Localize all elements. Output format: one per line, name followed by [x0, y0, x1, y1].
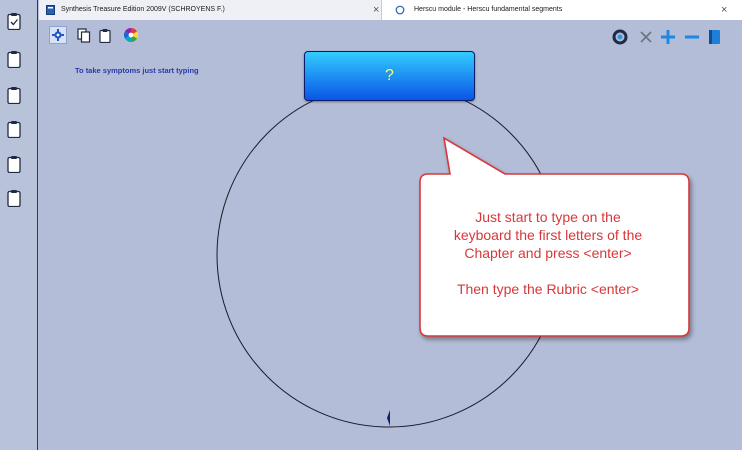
book-icon [46, 5, 55, 15]
clipboard-icon[interactable] [7, 155, 21, 173]
clipboard-icon[interactable] [7, 120, 21, 138]
tab-herscu[interactable]: Herscu module - Herscu fundamental segme… [381, 0, 742, 20]
clipboard-icon[interactable] [7, 50, 21, 68]
circle-module-icon [395, 5, 405, 15]
callout-text: Just start to type on the keyboard the f… [419, 208, 677, 298]
tab-synthesis[interactable]: Synthesis Treasure Edition 2009V (SCHROY… [39, 0, 381, 20]
main-canvas: To take symptoms just start typing ? Jus… [39, 20, 742, 450]
tab-bar: Synthesis Treasure Edition 2009V (SCHROY… [39, 0, 742, 20]
callout-line: Then type the Rubric <enter> [456, 281, 640, 297]
left-sidebar [0, 0, 38, 450]
clipboard-check-icon[interactable] [7, 12, 21, 30]
chapter-input-box[interactable]: ? [304, 51, 475, 101]
clipboard-icon[interactable] [7, 189, 21, 207]
callout-line: keyboard the first letters of the [453, 227, 643, 243]
tab-label: Herscu module - Herscu fundamental segme… [414, 6, 563, 13]
callout-line: Chapter and press <enter> [464, 245, 632, 261]
tab-label: Synthesis Treasure Edition 2009V (SCHROY… [61, 6, 225, 13]
tab-close-button[interactable]: × [373, 0, 379, 20]
segment-start-marker[interactable] [387, 410, 390, 426]
callout-line: Just start to type on the [475, 209, 621, 225]
clipboard-icon[interactable] [7, 86, 21, 104]
tab-close-button[interactable]: × [721, 0, 727, 20]
